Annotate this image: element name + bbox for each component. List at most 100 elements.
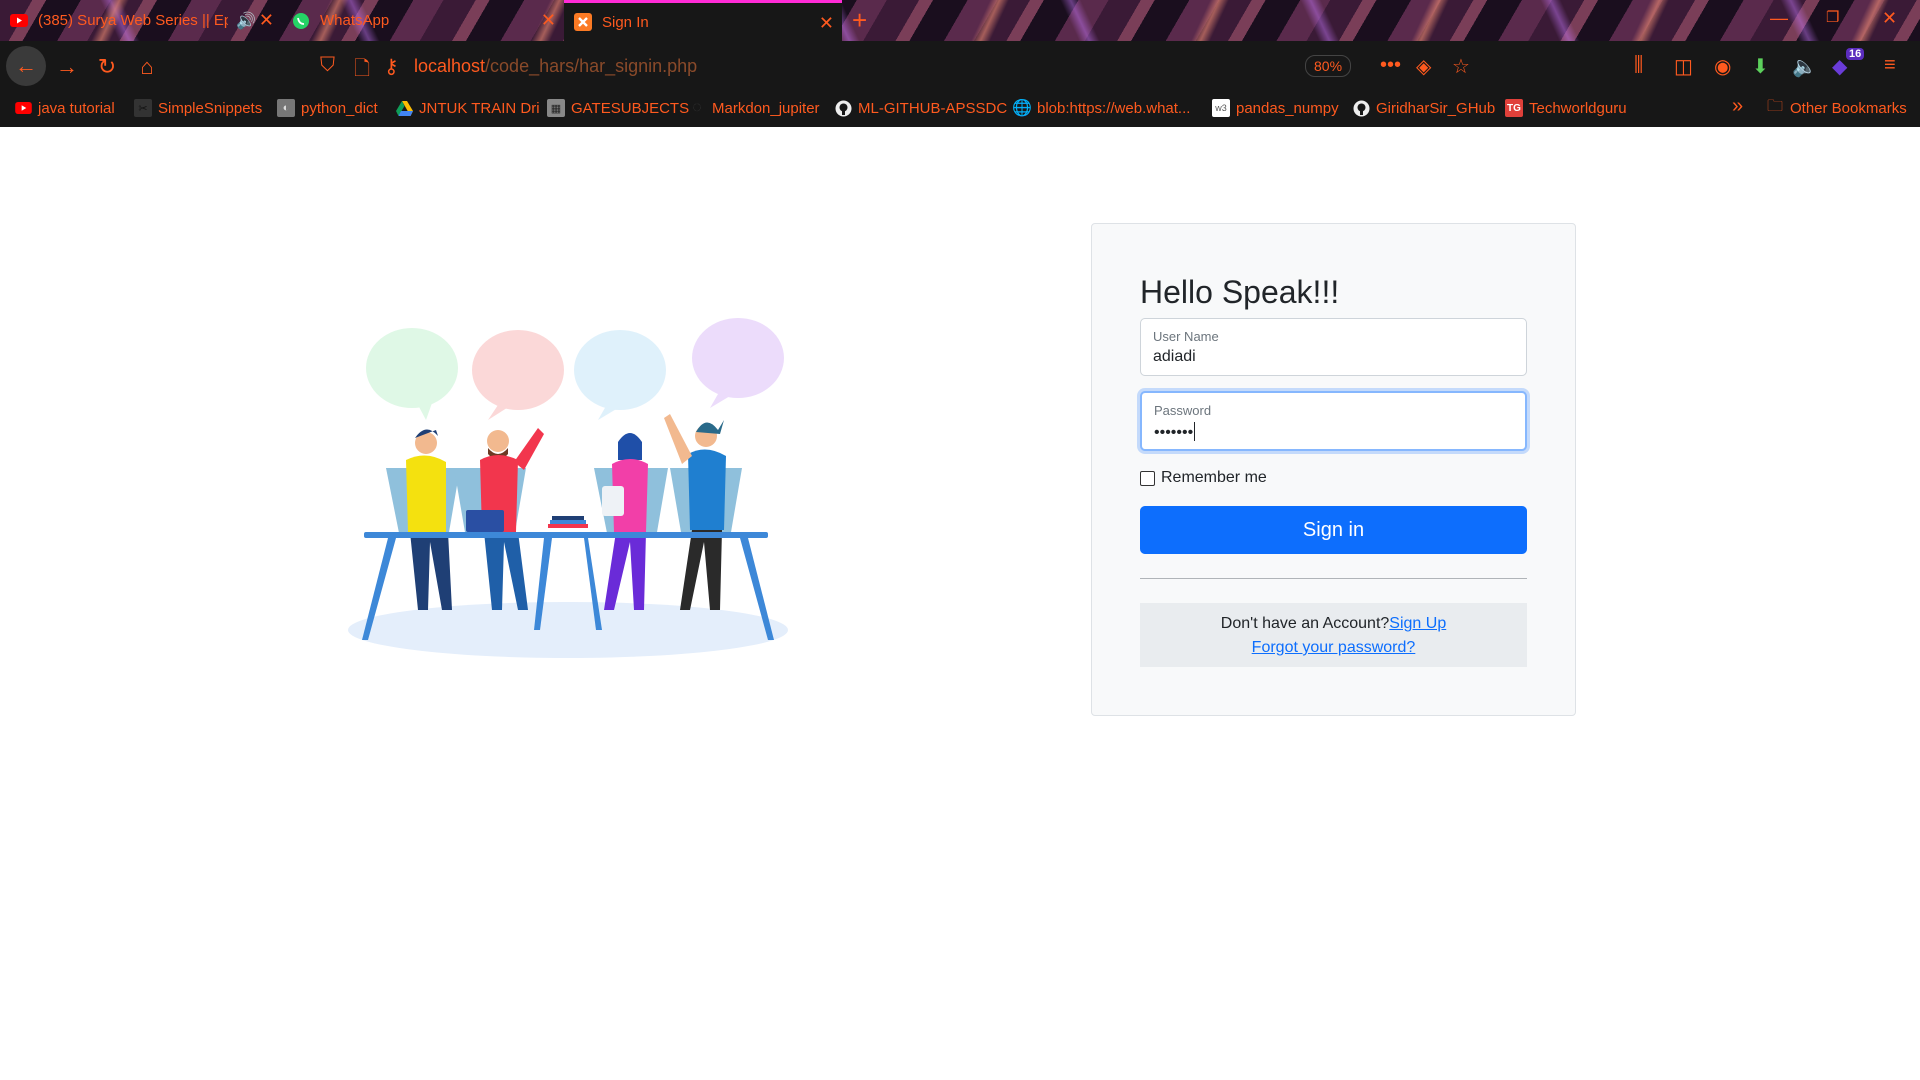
tab-bar: (385) Surya Web Series || Ep 🔊 ✕ WhatsAp… bbox=[0, 0, 1920, 41]
github-icon bbox=[1352, 99, 1370, 117]
whatsapp-icon bbox=[292, 12, 310, 30]
library-icon[interactable]: ⫼ bbox=[1634, 54, 1643, 77]
password-field[interactable]: Password ••••••• bbox=[1140, 391, 1527, 451]
youtube-icon bbox=[14, 99, 32, 117]
signup-line: Don't have an Account?Sign Up bbox=[1140, 615, 1527, 633]
sidebar-icon[interactable]: ◫ bbox=[1674, 54, 1693, 79]
url-path: /code_hars/har_signin.php bbox=[485, 56, 698, 76]
bookmark-label: GiridharSir_GHub bbox=[1376, 99, 1496, 117]
speaker-icon[interactable]: 🔊 bbox=[236, 11, 256, 31]
zoom-indicator[interactable]: 80% bbox=[1305, 55, 1352, 77]
forward-icon[interactable]: → bbox=[50, 50, 84, 84]
xampp-icon bbox=[574, 13, 592, 31]
signup-link[interactable]: Sign Up bbox=[1389, 615, 1446, 632]
home-icon[interactable]: ⌂ bbox=[130, 50, 164, 84]
snippets-icon: ✂ bbox=[134, 99, 152, 117]
window-close-icon[interactable]: ✕ bbox=[1882, 8, 1897, 29]
username-label: User Name bbox=[1153, 329, 1219, 344]
text-caret bbox=[1194, 422, 1196, 441]
tab-youtube[interactable]: (385) Surya Web Series || Ep 🔊 ✕ bbox=[0, 0, 282, 41]
pocket-icon[interactable]: ◈ bbox=[1416, 54, 1431, 79]
other-bookmarks-label: Other Bookmarks bbox=[1790, 99, 1907, 117]
bookmark-label: python_dict bbox=[301, 99, 378, 117]
tab-title: (385) Surya Web Series || Ep bbox=[38, 12, 228, 29]
restore-icon[interactable]: ❐ bbox=[1826, 8, 1839, 26]
tab-signin[interactable]: Sign In ✕ bbox=[564, 0, 842, 41]
bookmark-item[interactable]: GiridharSir_GHub bbox=[1352, 99, 1495, 117]
bookmark-item[interactable]: w3 pandas_numpy bbox=[1212, 99, 1339, 117]
bookmark-item[interactable]: ML-GITHUB-APSSDC bbox=[834, 99, 1007, 117]
audio-icon[interactable]: 🔈 bbox=[1792, 54, 1817, 79]
key-icon[interactable]: ⚷ bbox=[384, 54, 399, 79]
bookmark-item[interactable]: ◌ Markdon_jupiter bbox=[688, 99, 820, 117]
other-bookmarks[interactable]: 🗀 Other Bookmarks bbox=[1766, 97, 1907, 117]
password-value: ••••••• bbox=[1154, 422, 1196, 442]
bookmark-item[interactable]: 🌐 blob:https://web.what... bbox=[1012, 99, 1191, 118]
bookmark-label: GATESUBJECTS bbox=[571, 99, 690, 117]
close-tab-icon[interactable]: ✕ bbox=[259, 11, 274, 29]
bookmark-label: Markdon_jupiter bbox=[712, 99, 820, 117]
remember-checkbox[interactable] bbox=[1140, 470, 1155, 486]
no-account-text: Don't have an Account? bbox=[1220, 615, 1390, 632]
download-icon[interactable]: ⬇ bbox=[1752, 54, 1769, 79]
minimize-icon[interactable]: — bbox=[1770, 8, 1788, 29]
url-host: localhost bbox=[414, 56, 486, 76]
back-icon[interactable]: ← bbox=[6, 46, 46, 86]
tab-whatsapp[interactable]: WhatsApp ✕ bbox=[282, 0, 564, 41]
image-icon: ▦ bbox=[547, 99, 565, 117]
chevron-overflow-icon[interactable]: » bbox=[1732, 95, 1743, 118]
more-actions-icon[interactable]: ••• bbox=[1380, 54, 1401, 77]
new-tab-icon[interactable]: + bbox=[852, 6, 867, 34]
extension-icon[interactable]: ◆ bbox=[1832, 54, 1847, 79]
bookmark-item[interactable]: JNTUK TRAIN Dri bbox=[395, 99, 540, 117]
image-icon: ◐ bbox=[277, 99, 295, 117]
jupyter-icon: ◌ bbox=[692, 99, 702, 116]
password-label: Password bbox=[1154, 403, 1212, 418]
remember-me[interactable]: Remember me bbox=[1140, 469, 1267, 487]
tab-title: Sign In bbox=[602, 13, 649, 31]
bookmark-label: blob:https://web.what... bbox=[1037, 99, 1191, 117]
page-info-icon[interactable]: 🗋 bbox=[354, 54, 370, 88]
bookmarks-toolbar: java tutorial ✂ SimpleSnippets ◐ python_… bbox=[0, 91, 1920, 127]
bookmark-item[interactable]: java tutorial bbox=[14, 99, 115, 117]
password-mask: ••••••• bbox=[1154, 424, 1194, 441]
bookmark-item[interactable]: ✂ SimpleSnippets bbox=[134, 99, 262, 117]
address-bar[interactable]: localhost/code_hars/har_signin.php bbox=[414, 56, 697, 77]
forgot-password-link[interactable]: Forgot your password? bbox=[1252, 639, 1416, 656]
username-value: adiadi bbox=[1153, 348, 1196, 365]
folder-icon: 🗀 bbox=[1766, 97, 1783, 115]
account-icon[interactable]: ◉ bbox=[1714, 54, 1731, 79]
bookmark-label: ML-GITHUB-APSSDC bbox=[858, 99, 1008, 117]
tg-icon: TG bbox=[1505, 99, 1523, 117]
tracking-shield-icon[interactable]: ⛉ bbox=[320, 54, 335, 77]
navigation-toolbar: ← → ↻ ⌂ ⛉ 🗋 ⚷ localhost/code_hars/har_si… bbox=[0, 41, 1920, 91]
bookmark-label: pandas_numpy bbox=[1236, 99, 1339, 117]
bookmark-label: JNTUK TRAIN Dri bbox=[419, 99, 540, 117]
signin-footer: Don't have an Account?Sign Up Forgot you… bbox=[1140, 603, 1527, 667]
globe-icon: 🌐 bbox=[1012, 100, 1032, 117]
bookmark-item[interactable]: TG Techworldguru bbox=[1505, 99, 1627, 117]
forgot-line: Forgot your password? bbox=[1140, 639, 1527, 657]
bookmark-label: SimpleSnippets bbox=[158, 99, 263, 117]
close-tab-icon[interactable]: ✕ bbox=[819, 14, 834, 32]
youtube-icon bbox=[10, 12, 28, 30]
bookmark-item[interactable]: ◐ python_dict bbox=[277, 99, 378, 117]
username-field[interactable]: User Name adiadi bbox=[1140, 318, 1527, 376]
team-meeting-illustration bbox=[348, 318, 788, 658]
tab-title: WhatsApp bbox=[320, 12, 390, 29]
bookmark-label: Techworldguru bbox=[1529, 99, 1627, 117]
menu-icon[interactable]: ≡ bbox=[1884, 54, 1896, 77]
signin-button[interactable]: Sign in bbox=[1140, 506, 1527, 554]
divider bbox=[1140, 578, 1527, 579]
github-icon bbox=[834, 99, 852, 117]
close-tab-icon[interactable]: ✕ bbox=[541, 11, 556, 29]
reload-icon[interactable]: ↻ bbox=[90, 50, 124, 84]
signin-card: Hello Speak!!! User Name adiadi Password… bbox=[1091, 223, 1576, 716]
bookmark-item[interactable]: ▦ GATESUBJECTS bbox=[547, 99, 689, 117]
google-drive-icon bbox=[395, 99, 413, 117]
bookmark-star-icon[interactable]: ☆ bbox=[1452, 54, 1470, 79]
w3schools-icon: w3 bbox=[1212, 99, 1230, 117]
extension-badge: 16 bbox=[1846, 48, 1865, 60]
bookmark-label: java tutorial bbox=[38, 99, 115, 117]
page-title: Hello Speak!!! bbox=[1140, 274, 1340, 310]
